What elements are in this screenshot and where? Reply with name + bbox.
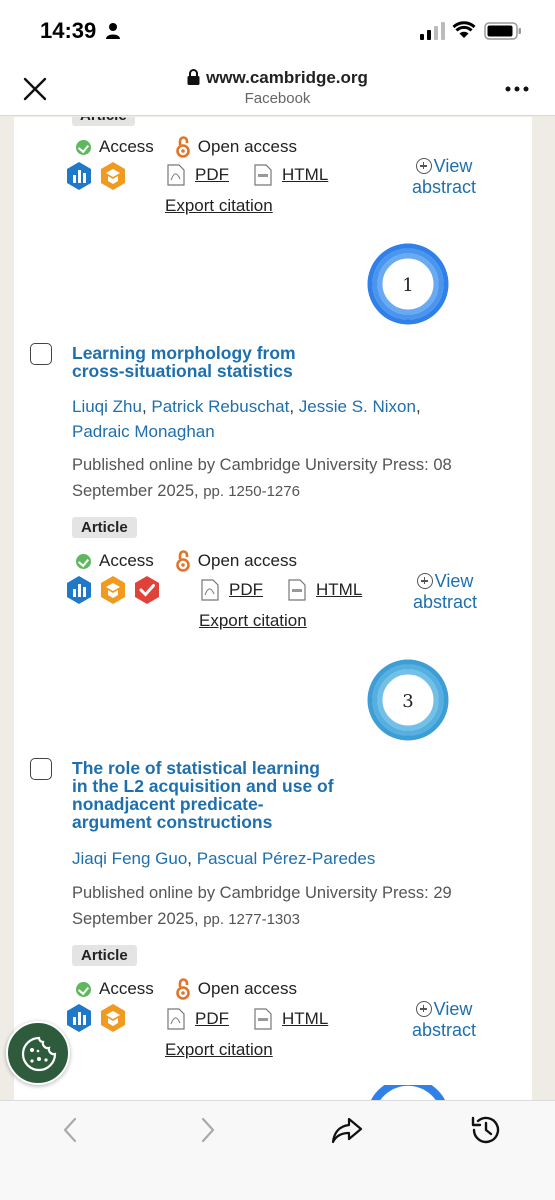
publication-info: Published online by Cambridge University… <box>72 884 452 928</box>
access-row: Access Open access <box>76 977 297 1001</box>
metric-badges <box>64 161 128 191</box>
html-link[interactable]: HTML <box>254 164 328 186</box>
access-check-icon <box>76 981 91 997</box>
metric-badges <box>64 575 162 605</box>
view-abstract-link[interactable]: View abstract <box>412 999 476 1041</box>
status-bar: 14:39 <box>0 0 555 60</box>
access-check-icon <box>76 553 91 569</box>
url-text: www.cambridge.org <box>206 68 368 87</box>
export-citation-link[interactable]: Export citation <box>199 611 307 631</box>
article-type-badge: Article <box>72 945 137 966</box>
author-list: Jiaqi Feng Guo, Pascual Pérez-Paredes <box>72 849 376 868</box>
article-title-link[interactable]: Learning morphology from cross-situation… <box>72 344 372 380</box>
source-label: Facebook <box>244 90 311 107</box>
access-row: Access Open access <box>76 549 297 573</box>
access-label: Access <box>99 137 154 156</box>
author-link[interactable]: Patrick Rebuschat <box>151 397 289 416</box>
cookie-icon <box>21 1036 57 1072</box>
access-row: Access Open access <box>76 135 297 159</box>
html-link[interactable]: HTML <box>288 579 362 601</box>
view-abstract-link[interactable]: View abstract <box>413 571 477 613</box>
open-access-label: Open access <box>197 979 298 998</box>
more-options-icon[interactable] <box>505 86 529 92</box>
open-access-icon <box>175 978 190 1000</box>
open-access-icon <box>175 136 190 158</box>
metrics-icon[interactable] <box>64 161 94 191</box>
pdf-link[interactable]: PDF <box>167 1008 229 1030</box>
access-label: Access <box>99 551 154 570</box>
open-data-icon[interactable] <box>132 575 162 605</box>
export-citation-link[interactable]: Export citation <box>165 1040 273 1060</box>
author-link[interactable]: Liuqi Zhu <box>72 397 142 416</box>
altmetric-score: 3 <box>402 691 413 712</box>
view-abstract-link[interactable]: View abstract <box>412 156 476 198</box>
cookie-settings-button[interactable] <box>6 1021 70 1085</box>
open-access-label: Open access <box>197 137 298 156</box>
open-research-icon[interactable] <box>98 575 128 605</box>
pdf-icon <box>167 1008 185 1030</box>
open-access-icon <box>175 550 190 572</box>
altmetric-score: 1 <box>402 275 413 296</box>
author-link[interactable]: Pascual Pérez-Paredes <box>197 849 376 868</box>
share-icon[interactable] <box>330 1115 364 1145</box>
author-link[interactable]: Jiaqi Feng Guo <box>72 849 187 868</box>
person-icon <box>106 23 120 39</box>
wifi-icon <box>452 21 476 38</box>
metrics-icon[interactable] <box>64 1003 94 1033</box>
metric-badges <box>64 1003 128 1033</box>
export-citation-link[interactable]: Export citation <box>165 196 273 216</box>
altmetric-donut[interactable] <box>365 1085 451 1100</box>
article-title-link[interactable]: The role of statistical learning in the … <box>72 759 372 831</box>
html-icon <box>254 1008 272 1030</box>
pdf-icon <box>201 579 219 601</box>
publication-info: Published online by Cambridge University… <box>72 456 452 500</box>
signal-icon <box>420 22 445 40</box>
altmetric-donut[interactable]: 3 <box>365 657 451 743</box>
altmetric-donut[interactable]: 1 <box>365 241 451 327</box>
pdf-icon <box>167 164 185 186</box>
plus-circle-icon <box>416 573 433 589</box>
html-icon <box>288 579 306 601</box>
browser-header: www.cambridge.org Facebook <box>0 60 555 116</box>
results-card: Article Access Open access PDF HTML Expo… <box>14 117 532 1100</box>
forward-icon[interactable] <box>198 1115 218 1145</box>
plus-circle-icon <box>415 1001 432 1017</box>
html-link[interactable]: HTML <box>254 1008 328 1030</box>
html-icon <box>254 164 272 186</box>
address-bar[interactable]: www.cambridge.org <box>0 68 555 88</box>
back-icon[interactable] <box>60 1115 80 1145</box>
select-checkbox[interactable] <box>30 758 52 780</box>
pdf-link[interactable]: PDF <box>201 579 263 601</box>
battery-icon <box>484 22 521 40</box>
select-checkbox[interactable] <box>30 343 52 365</box>
author-link[interactable]: Padraic Monaghan <box>72 422 215 441</box>
history-icon[interactable] <box>469 1115 501 1145</box>
access-check-icon <box>76 139 91 155</box>
lock-icon <box>187 69 200 85</box>
pdf-link[interactable]: PDF <box>167 164 229 186</box>
browser-toolbar <box>0 1100 555 1200</box>
author-link[interactable]: Jessie S. Nixon <box>299 397 416 416</box>
article-type-badge: Article <box>72 117 135 126</box>
status-time: 14:39 <box>40 18 97 43</box>
article-type-badge: Article <box>72 517 137 538</box>
open-access-label: Open access <box>197 551 298 570</box>
open-research-icon[interactable] <box>98 161 128 191</box>
plus-circle-icon <box>415 158 432 174</box>
metrics-icon[interactable] <box>64 575 94 605</box>
open-research-icon[interactable] <box>98 1003 128 1033</box>
access-label: Access <box>99 979 154 998</box>
author-list: Liuqi Zhu, Patrick Rebuschat, Jessie S. … <box>72 397 421 441</box>
